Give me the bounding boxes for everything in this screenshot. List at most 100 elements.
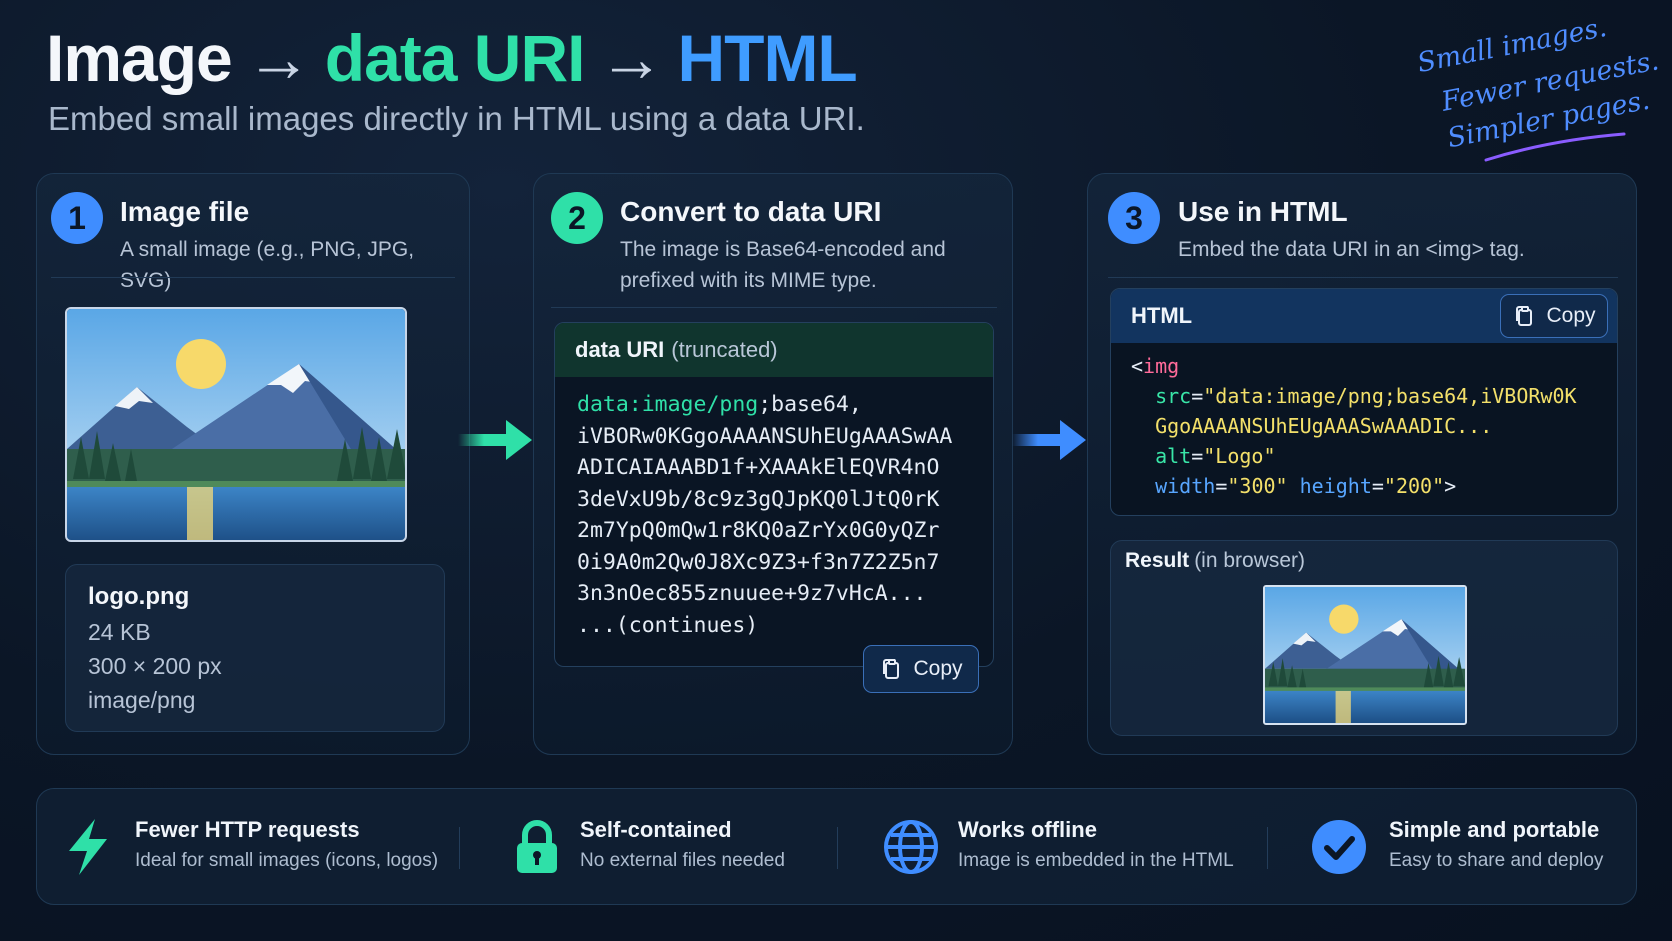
benefit-title: Simple and portable <box>1389 817 1600 842</box>
code-line: <img <box>1131 351 1577 381</box>
benefit-simple-portable: Simple and portable Easy to share and de… <box>1309 789 1629 906</box>
page-subtitle: Embed small images directly in HTML usin… <box>48 100 865 137</box>
data-uri-code: data:image/png;base64, iVBORw0KGgoAAAANSU… <box>577 389 952 641</box>
benefit-works-offline: Works offline Image is embedded in the H… <box>881 789 1301 906</box>
copy-icon <box>1512 304 1536 328</box>
step-2-badge: 2 <box>551 192 603 244</box>
benefit-fewer-requests: Fewer HTTP requests Ideal for small imag… <box>57 789 467 906</box>
code-line: src="data:image/png;base64,iVBORw0K <box>1131 381 1577 411</box>
code-line: 0i9A0m2Qw0J8Xc9Z3+f3n7Z2Z5n7 <box>577 549 940 575</box>
code-line: width="300" height="200"> <box>1131 471 1577 501</box>
note-underline <box>1484 132 1626 162</box>
step-2-panel: 2 Convert to data URI The image is Base6… <box>533 173 1013 755</box>
globe-icon <box>884 820 938 874</box>
lightning-icon <box>69 819 107 875</box>
benefit-description: Ideal for small images (icons, logos) <box>135 850 439 871</box>
code-height-value: "200" <box>1383 474 1445 498</box>
title-data-uri: data URI <box>324 21 586 95</box>
copy-html-label: Copy <box>1546 304 1596 327</box>
file-dimensions: 300 × 200 px <box>88 653 222 679</box>
code-tag-name: img <box>1143 354 1180 378</box>
file-info-card: logo.png 24 KB 300 × 200 px image/png <box>65 564 445 732</box>
html-code: <img src="data:image/png;base64,iVBORw0K… <box>1131 351 1577 501</box>
benefit-separator <box>837 827 838 869</box>
step-1-title: Image file <box>120 196 250 227</box>
code-line: data:image/png;base64, <box>577 389 952 421</box>
arrow-step1-to-step2-icon <box>458 420 532 460</box>
arrow-step2-to-step3-icon <box>1012 420 1086 460</box>
mountain-landscape-image <box>1265 587 1465 723</box>
benefit-description: Easy to share and deploy <box>1389 850 1604 871</box>
data-uri-header-note: (truncated) <box>671 337 778 362</box>
code-attr-alt: alt <box>1155 444 1192 468</box>
check-circle-icon <box>1312 820 1366 874</box>
step-2-description: The image is Base64-encoded and prefixed… <box>620 234 946 296</box>
benefit-description: Image is embedded in the HTML <box>958 850 1234 871</box>
file-mime-type: image/png <box>88 687 196 713</box>
handwritten-note: Small images. Fewer requests. Simpler pa… <box>1410 12 1661 166</box>
mountain-landscape-image <box>67 309 407 542</box>
lock-icon <box>517 820 557 873</box>
step-2-title: Convert to data URI <box>620 196 882 227</box>
code-attr-src: src <box>1155 384 1192 408</box>
step-3-title: Use in HTML <box>1178 196 1348 227</box>
step-2-description-line-1: The image is Base64-encoded and <box>620 238 946 261</box>
code-equals: = <box>1191 384 1204 408</box>
benefit-description: No external files needed <box>580 850 785 871</box>
step-3-badge: 3 <box>1108 192 1160 244</box>
code-alt-value: "Logo" <box>1203 444 1276 468</box>
file-name: logo.png <box>88 583 190 610</box>
step-1-badge: 1 <box>51 192 103 244</box>
rendered-image-preview <box>1263 585 1467 725</box>
step-3-description: Embed the data URI in an <img> tag. <box>1178 238 1525 261</box>
page-title: Image → data URI → HTML <box>46 20 858 96</box>
code-attr-width: width <box>1155 474 1216 498</box>
title-arrow-1: → <box>245 21 312 95</box>
code-src-value-cont: GgoAAAANSUhEUgAAASwAAADIC... <box>1155 414 1493 438</box>
result-label: Result (in browser) <box>1125 549 1305 573</box>
code-line: ADICAIAAABD1f+XAAAkElEQVR4nO <box>577 455 940 480</box>
step-1-description: A small image (e.g., PNG, JPG, SVG) <box>120 238 415 292</box>
data-uri-code-header: data URI (truncated) <box>555 323 993 377</box>
step-1-panel: 1 Image file A small image (e.g., PNG, J… <box>36 173 470 755</box>
title-arrow-2: → <box>598 21 664 95</box>
code-line: GgoAAAANSUhEUgAAASwAAADIC... <box>1131 411 1577 441</box>
result-label-note: (in browser) <box>1194 549 1306 572</box>
code-equals: = <box>1371 474 1384 498</box>
code-equals: = <box>1191 444 1204 468</box>
copy-icon <box>879 657 903 681</box>
code-attr-height: height <box>1299 474 1372 498</box>
benefits-bar: Fewer HTTP requests Ideal for small imag… <box>36 788 1637 905</box>
code-width-value: "300" <box>1227 474 1288 498</box>
result-label-text: Result <box>1125 549 1190 572</box>
benefit-title: Works offline <box>958 817 1097 842</box>
code-tag-close: > <box>1444 474 1457 498</box>
code-line: alt="Logo" <box>1131 441 1577 471</box>
copy-html-button[interactable]: Copy <box>1500 294 1608 338</box>
code-tag-bracket: < <box>1131 354 1144 378</box>
benefit-title: Self-contained <box>580 817 732 842</box>
code-src-value: "data:image/png;base64,iVBORw0K <box>1203 384 1577 408</box>
code-line: iVBORw0KGgoAAAANSUhEUgAAASwAA <box>577 423 953 449</box>
copy-data-uri-button[interactable]: Copy <box>863 645 979 693</box>
step-3-panel: 3 Use in HTML Embed the data URI in an <… <box>1087 173 1637 755</box>
data-uri-code-box: data URI (truncated) data:image/png;base6… <box>554 322 994 667</box>
code-line: 3n3nOec855znuuee+9z7vHcA... <box>577 581 927 606</box>
code-base64-marker: ;base64, <box>758 392 862 417</box>
code-continues: ...(continues) <box>577 612 759 638</box>
data-uri-header-label: data URI <box>575 337 665 362</box>
title-html: HTML <box>677 21 857 95</box>
benefit-separator <box>459 827 460 869</box>
step-3-divider <box>1108 277 1618 278</box>
benefit-title: Fewer HTTP requests <box>135 817 360 842</box>
code-line: 2m7YpQ0mQw1r8KQ0aZrYx0G0yQZr <box>577 518 940 543</box>
code-line: 3deVxU9b/8c9z3gQJpKQ0lJtQ0rK <box>577 486 940 512</box>
browser-result-card: Result (in browser) <box>1110 540 1618 736</box>
source-image-preview <box>65 307 407 542</box>
title-image: Image <box>46 21 233 95</box>
step-1-divider <box>51 277 455 278</box>
step-2-description-line-2: prefixed with its MIME type. <box>620 269 877 292</box>
file-size: 24 KB <box>88 619 151 645</box>
step-2-divider <box>551 307 997 308</box>
code-equals: = <box>1215 474 1228 498</box>
